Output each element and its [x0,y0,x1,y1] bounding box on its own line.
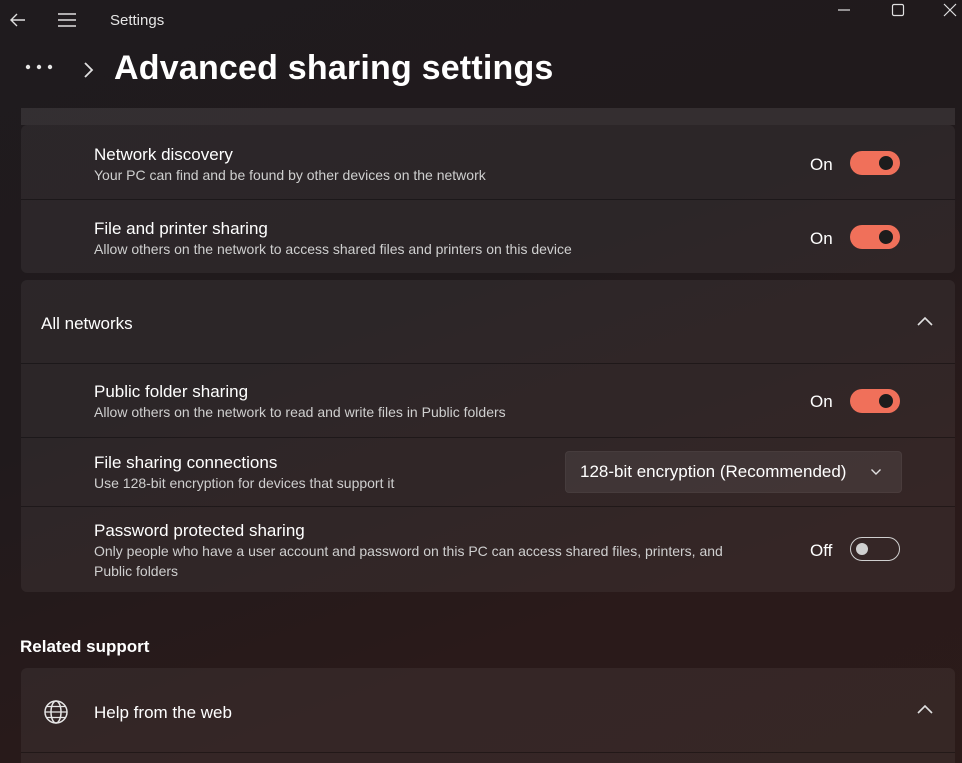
all-networks-header[interactable]: All networks [21,280,955,363]
chevron-right-icon [84,62,94,78]
network-discovery-description: Your PC can find and be found by other d… [94,167,486,183]
close-icon[interactable] [942,2,958,18]
file-printer-sharing-state: On [810,229,833,248]
related-support-title: Related support [20,637,150,656]
divider [21,506,955,507]
file-sharing-connections-description: Use 128-bit encryption for devices that … [94,475,395,491]
network-discovery-state: On [810,155,833,174]
encryption-dropdown[interactable]: 128-bit encryption (Recommended) [565,451,902,493]
window-title: Settings [110,12,165,29]
divider [21,199,955,200]
page-title: Advanced sharing settings [114,49,554,87]
chevron-up-icon[interactable] [916,703,934,715]
chevron-down-icon [871,469,881,475]
divider [21,752,955,753]
more-dots-icon[interactable] [24,57,56,77]
public-folder-sharing-title: Public folder sharing [94,382,249,401]
network-discovery-toggle[interactable] [850,151,900,175]
private-network-card: Network discovery Your PC can find and b… [21,125,955,273]
hamburger-menu-icon[interactable] [57,11,77,29]
globe-icon [44,700,68,724]
maximize-icon[interactable] [890,2,906,18]
public-folder-sharing-description: Allow others on the network to read and … [94,404,506,420]
password-protected-sharing-toggle[interactable] [850,537,900,561]
encryption-dropdown-value: 128-bit encryption (Recommended) [580,462,847,481]
file-printer-sharing-description: Allow others on the network to access sh… [94,241,572,257]
all-networks-card: All networks Public folder sharing Allow… [21,280,955,592]
back-arrow-icon[interactable] [8,10,28,30]
file-sharing-connections-title: File sharing connections [94,453,278,472]
password-protected-sharing-description-line1: Only people who have a user account and … [94,543,723,559]
divider [21,437,955,438]
public-folder-sharing-toggle[interactable] [850,389,900,413]
public-folder-sharing-state: On [810,392,833,411]
password-protected-sharing-state: Off [810,541,833,560]
password-protected-sharing-title: Password protected sharing [94,521,305,540]
help-from-web-header[interactable]: Help from the web [21,668,955,752]
file-printer-sharing-title: File and printer sharing [94,219,268,238]
title-bar: Settings [0,0,962,42]
all-networks-title: All networks [41,314,133,333]
section-header-strip [21,108,955,125]
help-from-web-card: Help from the web [21,668,955,763]
minimize-icon[interactable] [836,2,852,18]
password-protected-sharing-description-line2: Public folders [94,563,179,579]
file-printer-sharing-toggle[interactable] [850,225,900,249]
help-from-web-label: Help from the web [94,703,232,722]
chevron-up-icon[interactable] [916,315,934,327]
network-discovery-title: Network discovery [94,145,233,164]
divider [21,363,955,364]
